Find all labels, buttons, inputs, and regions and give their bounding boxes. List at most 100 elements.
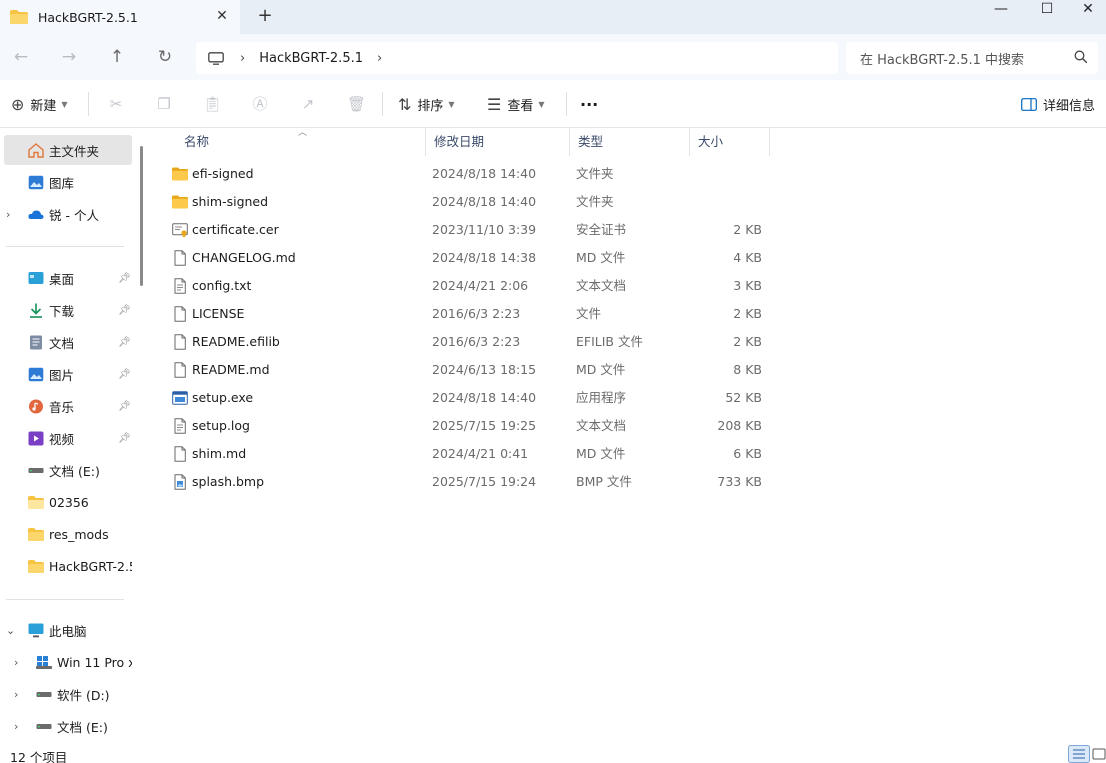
sort-icon: ⇅	[398, 94, 412, 114]
file-row[interactable]: certificate.cer 2023/11/10 3:39 安全证书 2 KB	[168, 216, 768, 244]
music-icon	[29, 399, 43, 413]
minimize-button[interactable]: —	[978, 0, 1024, 32]
sidebar-item-win11-drive[interactable]: › Win 11 Pro x64	[0, 647, 132, 677]
file-row[interactable]: splash.bmp 2025/7/15 19:24 BMP 文件 733 KB	[168, 468, 768, 496]
tab-strip: HackBGRT-2.5.1 ✕ + — ☐ ✕	[0, 0, 1106, 34]
sidebar-item-drive-d[interactable]: › 软件 (D:)	[0, 679, 132, 709]
sidebar-item-drive-e-pc[interactable]: › 文档 (E:)	[0, 711, 132, 741]
cut-icon[interactable]: ✂	[107, 95, 125, 113]
file-row[interactable]: shim-signed 2024/8/18 14:40 文件夹	[168, 188, 768, 216]
chevron-right-icon[interactable]: ›	[377, 51, 382, 66]
chevron-down-icon[interactable]: ⌄	[6, 624, 16, 637]
file-row[interactable]: config.txt 2024/4/21 2:06 文本文档 3 KB	[168, 272, 768, 300]
file-name: README.efilib	[192, 334, 280, 349]
sidebar-item-home[interactable]: 主文件夹	[4, 135, 132, 165]
sidebar-item-onedrive[interactable]: › 锐 - 个人	[0, 199, 132, 229]
tiles-view-icon[interactable]	[1092, 745, 1106, 763]
divider	[566, 92, 567, 116]
file-size: 2 KB	[733, 334, 762, 349]
delete-icon[interactable]: 🗑︎	[347, 95, 366, 113]
refresh-icon[interactable]: ↻	[153, 46, 177, 70]
file-row[interactable]: LICENSE 2016/6/3 2:23 文件 2 KB	[168, 300, 768, 328]
details-pane-button[interactable]: 详细信息	[1021, 93, 1095, 115]
pin-icon[interactable]: 📌︎	[118, 433, 131, 444]
details-pane-icon	[1021, 97, 1037, 111]
chevron-right-icon[interactable]: ›	[240, 51, 245, 66]
more-options-icon[interactable]: ···	[580, 93, 598, 115]
certificate-icon	[172, 222, 188, 238]
sidebar-item-videos[interactable]: 视频 📌︎	[0, 423, 132, 453]
search-placeholder: 在 HackBGRT-2.5.1 中搜索	[860, 52, 1025, 68]
sidebar-item-label: 图片	[49, 367, 75, 383]
folder-icon	[172, 166, 188, 182]
details-view-icon[interactable]	[1068, 745, 1090, 763]
this-pc-icon	[28, 623, 44, 637]
file-row[interactable]: CHANGELOG.md 2024/8/18 14:38 MD 文件 4 KB	[168, 244, 768, 272]
pin-icon[interactable]: 📌︎	[118, 369, 131, 380]
pin-icon[interactable]: 📌︎	[118, 401, 131, 412]
column-header-type[interactable]: 类型	[570, 128, 690, 156]
file-icon	[172, 446, 188, 462]
file-modified-date: 2024/8/18 14:38	[432, 250, 537, 265]
search-icon	[1074, 50, 1088, 64]
maximize-button[interactable]: ☐	[1024, 0, 1070, 32]
file-row[interactable]: setup.exe 2024/8/18 14:40 应用程序 52 KB	[168, 384, 768, 412]
chevron-right-icon[interactable]: ›	[6, 208, 16, 221]
pin-icon[interactable]: 📌︎	[118, 273, 131, 284]
up-arrow-icon[interactable]: ↑	[105, 46, 129, 70]
sidebar-item-drive-e[interactable]: 文档 (E:)	[0, 455, 132, 485]
rename-icon[interactable]: Ⓐ	[251, 95, 269, 113]
sort-label: 排序	[417, 98, 444, 114]
new-tab-button[interactable]: +	[255, 6, 275, 26]
sidebar-item-gallery[interactable]: 图库	[0, 167, 132, 197]
drive-icon	[36, 723, 52, 729]
chevron-down-icon: ▼	[448, 99, 455, 109]
view-button[interactable]: ☰ 查看 ▼	[487, 93, 545, 115]
sidebar-item-res-mods[interactable]: res_mods	[0, 519, 132, 549]
sidebar-item-pictures[interactable]: 图片 📌︎	[0, 359, 132, 389]
file-row[interactable]: setup.log 2025/7/15 19:25 文本文档 208 KB	[168, 412, 768, 440]
folder-icon	[28, 527, 44, 541]
file-name: setup.log	[192, 418, 250, 433]
back-arrow-icon[interactable]: ←	[9, 46, 33, 70]
chevron-right-icon[interactable]: ›	[14, 720, 24, 733]
sidebar-item-downloads[interactable]: 下载 📌︎	[0, 295, 132, 325]
breadcrumb-hackbgrt[interactable]: HackBGRT-2.5.1	[259, 51, 363, 66]
close-tab-icon[interactable]: ✕	[214, 8, 230, 24]
chevron-right-icon[interactable]: ›	[14, 656, 24, 669]
copy-icon[interactable]: ❐	[155, 95, 173, 113]
sidebar-scrollbar[interactable]	[140, 146, 143, 286]
new-button[interactable]: ⊕ 新建 ▼	[11, 93, 68, 115]
sidebar-item-label: 文档 (E:)	[49, 463, 100, 479]
pin-icon[interactable]: 📌︎	[118, 305, 131, 316]
column-header-size[interactable]: 大小	[690, 128, 770, 156]
sidebar-item-label: 图库	[49, 175, 75, 191]
tab-hackbgrt[interactable]: HackBGRT-2.5.1 ✕	[0, 0, 240, 34]
exe-icon	[172, 390, 188, 406]
paste-icon[interactable]: 📋︎	[203, 95, 222, 113]
sidebar-item-02356[interactable]: 02356	[0, 487, 132, 517]
sidebar-item-documents[interactable]: 文档 📌︎	[0, 327, 132, 357]
file-row[interactable]: shim.md 2024/4/21 0:41 MD 文件 6 KB	[168, 440, 768, 468]
file-row[interactable]: README.efilib 2016/6/3 2:23 EFILIB 文件 2 KB	[168, 328, 768, 356]
sidebar-item-hackbgrt[interactable]: HackBGRT-2.5.1	[0, 551, 132, 581]
pin-icon[interactable]: 📌︎	[118, 337, 131, 348]
sidebar-item-music[interactable]: 音乐 📌︎	[0, 391, 132, 421]
file-row[interactable]: README.md 2024/6/13 18:15 MD 文件 8 KB	[168, 356, 768, 384]
chevron-right-icon[interactable]: ›	[14, 688, 24, 701]
file-modified-date: 2016/6/3 2:23	[432, 334, 521, 349]
file-row[interactable]: efi-signed 2024/8/18 14:40 文件夹	[168, 160, 768, 188]
address-bar[interactable]: › HackBGRT-2.5.1 ›	[196, 42, 838, 74]
sidebar-item-this-pc[interactable]: ⌄ 此电脑	[0, 615, 132, 645]
column-header-date[interactable]: 修改日期	[426, 128, 570, 156]
file-type: EFILIB 文件	[576, 334, 643, 349]
search-input[interactable]: 在 HackBGRT-2.5.1 中搜索	[846, 42, 1098, 74]
new-label: 新建	[30, 98, 57, 114]
forward-arrow-icon[interactable]: →	[57, 46, 81, 70]
close-window-button[interactable]: ✕	[1070, 0, 1106, 32]
sidebar-item-label: 此电脑	[49, 623, 87, 639]
share-icon[interactable]: ↗	[299, 95, 317, 113]
sort-button[interactable]: ⇅ 排序 ▼	[398, 93, 455, 115]
sidebar-item-desktop[interactable]: 桌面 📌︎	[0, 263, 132, 293]
desktop-icon	[28, 271, 44, 284]
